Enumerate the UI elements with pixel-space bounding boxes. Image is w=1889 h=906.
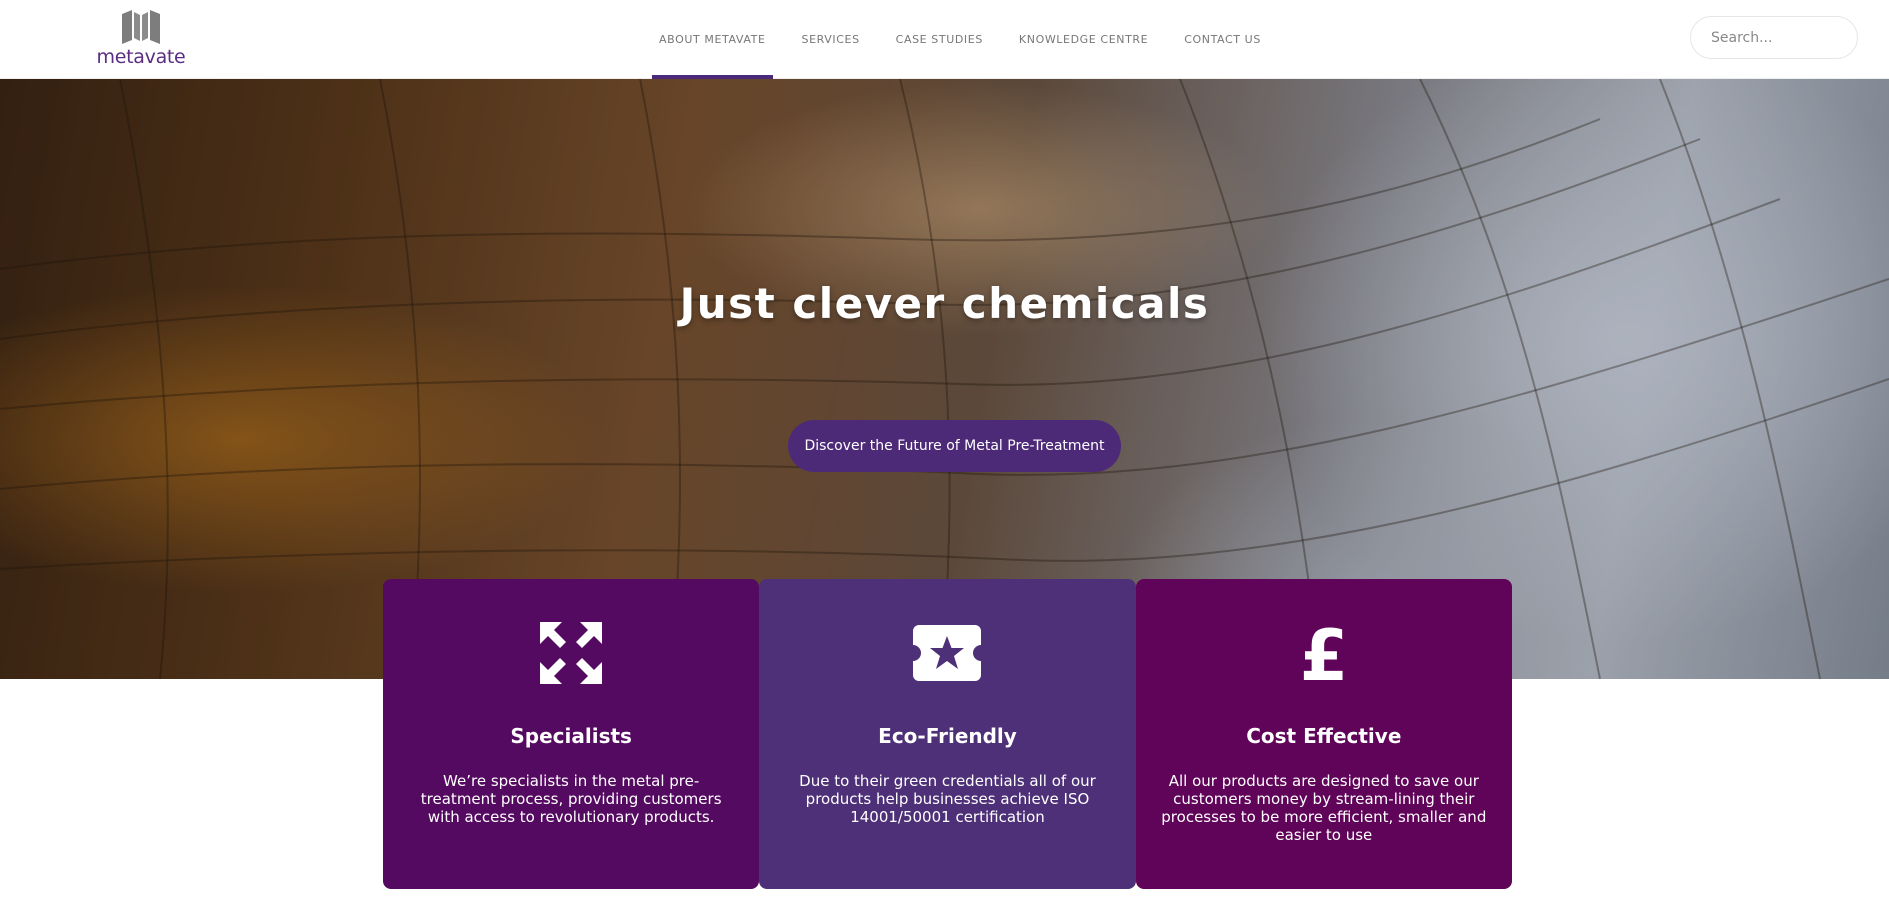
feature-card-cost-effective: £ Cost Effective All our products are de…: [1135, 579, 1512, 889]
feature-title: Eco-Friendly: [878, 724, 1017, 748]
nav-item-case-studies[interactable]: CASE STUDIES: [889, 0, 990, 79]
expand-arrows-icon: [540, 622, 603, 684]
main-navigation: ABOUT METAVATE SERVICES CASE STUDIES KNO…: [652, 0, 1290, 79]
search-input[interactable]: [1690, 16, 1858, 59]
feature-cards: Specialists We’re specialists in the met…: [383, 579, 1512, 889]
feature-card-eco-friendly: Eco-Friendly Due to their green credenti…: [759, 579, 1136, 889]
feature-description: All our products are designed to save ou…: [1161, 772, 1487, 844]
feature-card-specialists: Specialists We’re specialists in the met…: [383, 579, 760, 889]
feature-description: Due to their green credentials all of ou…: [799, 772, 1096, 826]
logo-book-icon: [122, 10, 160, 44]
logo-wordmark: metavate: [96, 46, 186, 68]
nav-item-knowledge-centre[interactable]: KNOWLEDGE CENTRE: [1012, 0, 1155, 79]
nav-item-services[interactable]: SERVICES: [795, 0, 867, 79]
nav-item-about-metavate[interactable]: ABOUT METAVATE: [652, 0, 773, 79]
star-ticket-icon: [913, 625, 982, 681]
svg-text:£: £: [1299, 620, 1348, 686]
nav-item-contact-us[interactable]: CONTACT US: [1177, 0, 1268, 79]
feature-description: We’re specialists in the metal pre-treat…: [420, 772, 722, 826]
feature-title: Cost Effective: [1246, 724, 1402, 748]
hero-title: Just clever chemicals: [679, 279, 1210, 328]
pound-sign-icon: £: [1299, 620, 1348, 686]
site-header: metavate ABOUT METAVATE SERVICES CASE ST…: [0, 0, 1889, 79]
metavate-logo[interactable]: metavate: [96, 8, 186, 68]
feature-title: Specialists: [510, 724, 632, 748]
discover-future-button[interactable]: Discover the Future of Metal Pre-Treatme…: [788, 420, 1121, 472]
